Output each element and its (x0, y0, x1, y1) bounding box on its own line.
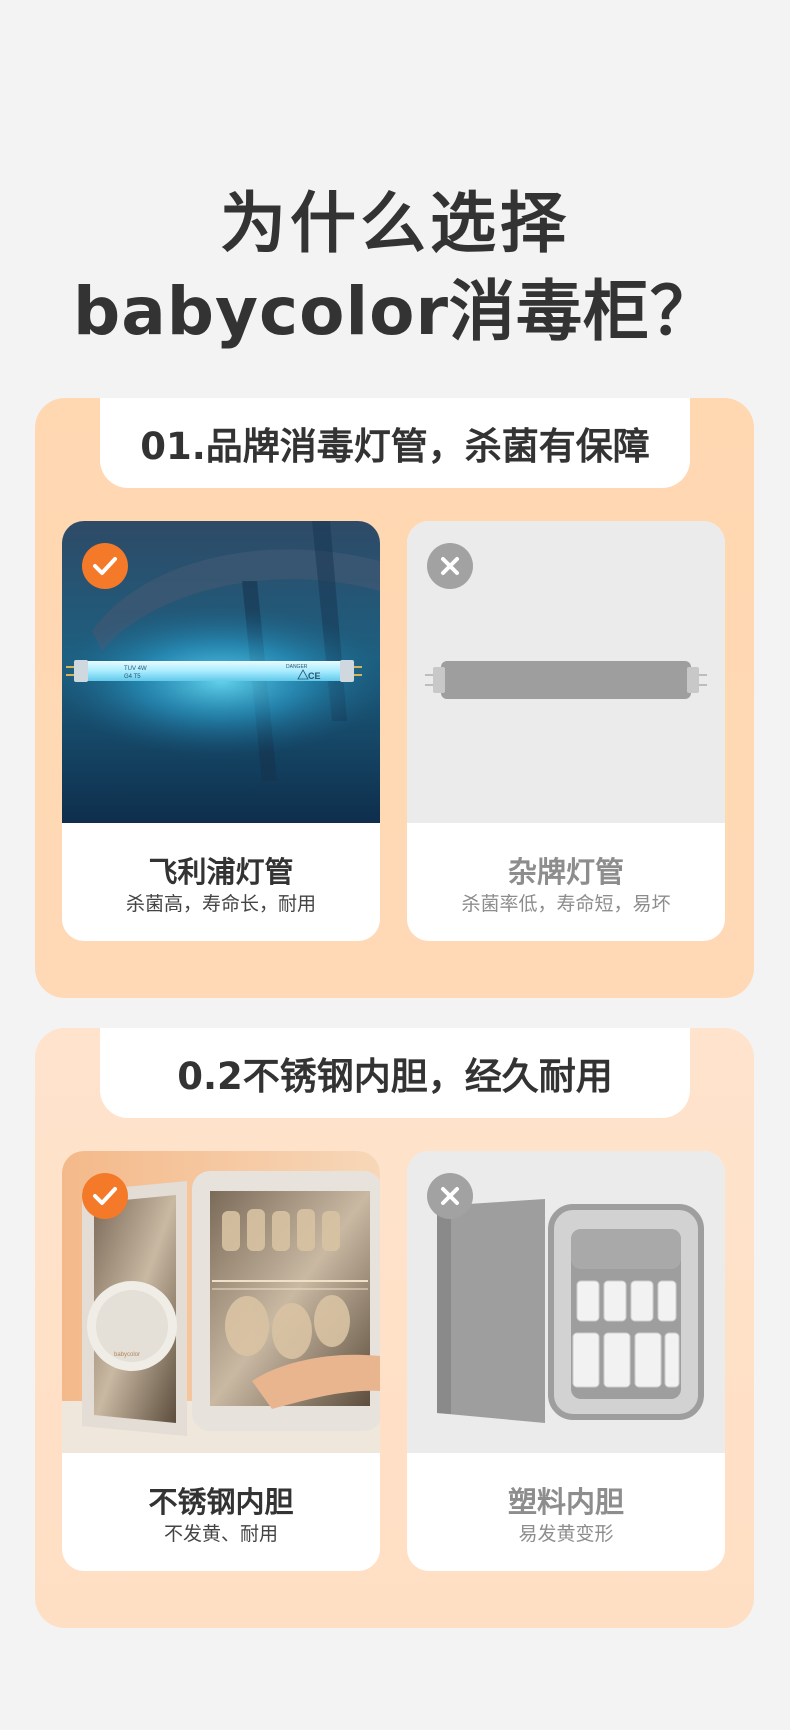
comparison-card-good: TUV 4W G4 T5 DANGER CE 飞利浦灯管 杀菌高，寿命长，耐用 (62, 521, 380, 941)
check-badge (82, 543, 128, 589)
option-desc: 杀菌率低，寿命短，易坏 (461, 893, 671, 915)
page-title-line1: 为什么选择 (220, 185, 570, 262)
comparison-card-bad: 杂牌灯管 杀菌率低，寿命短，易坏 (407, 521, 725, 941)
cross-badge (427, 543, 473, 589)
comparison-card-bad: 塑料内胆 易发黄变形 (407, 1151, 725, 1571)
check-icon (93, 1187, 117, 1205)
tube-label-text: TUV 4W (124, 666, 147, 672)
option-name: 塑料内胆 (507, 1485, 624, 1519)
check-icon (93, 557, 117, 575)
cross-badge (427, 1173, 473, 1219)
option-desc: 杀菌高，寿命长，耐用 (125, 893, 316, 915)
option-name: 飞利浦灯管 (148, 855, 294, 889)
option-desc: 不发黄、耐用 (163, 1523, 278, 1545)
brand-mark: babycolor (114, 1352, 140, 1358)
check-badge (82, 1173, 128, 1219)
option-name: 不锈钢内胆 (148, 1485, 294, 1519)
tube-ce-mark: CE (308, 671, 321, 681)
page-title-line2: babycolor消毒柜？ (72, 273, 718, 350)
tube-label-text: G4 T5 (124, 674, 141, 680)
section-title: 0.2不锈钢内胆，经久耐用 (100, 1028, 690, 1118)
section-stainless-liner: 0.2不锈钢内胆，经久耐用 babycolor 不锈钢内胆 不发黄、耐用 塑料内… (35, 1028, 754, 1628)
close-icon (441, 1187, 459, 1205)
section-uv-lamp: 01.品牌消毒灯管，杀菌有保障 TUV 4W G4 T5 DANGER CE 飞… (35, 398, 754, 998)
tube-label-text: DANGER (286, 664, 308, 670)
close-icon (441, 557, 459, 575)
section-title: 01.品牌消毒灯管，杀菌有保障 (100, 398, 690, 488)
option-desc: 易发黄变形 (518, 1523, 614, 1545)
option-name: 杂牌灯管 (507, 855, 624, 889)
comparison-card-good: babycolor 不锈钢内胆 不发黄、耐用 (62, 1151, 380, 1571)
